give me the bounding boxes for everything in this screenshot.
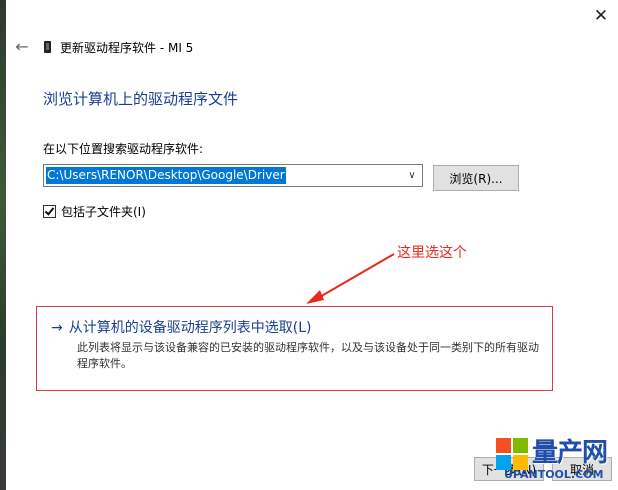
pick-from-list-title[interactable]: → 从计算机的设备驱动程序列表中选取(L) bbox=[51, 317, 311, 337]
site-watermark: 量产网 UPANTOOL.COM bbox=[494, 430, 618, 488]
pick-from-list-label: 从计算机的设备驱动程序列表中选取(L) bbox=[68, 320, 312, 336]
watermark-name: 量产网 bbox=[532, 438, 608, 468]
annotation-arrow-icon bbox=[306, 253, 395, 304]
arrow-right-icon: → bbox=[51, 320, 63, 336]
watermark-logo-icon bbox=[496, 438, 528, 470]
watermark-url: UPANTOOL.COM bbox=[504, 468, 604, 481]
pick-from-list-option[interactable]: → 从计算机的设备驱动程序列表中选取(L) 此列表将显示与该设备兼容的已安装的驱动… bbox=[36, 306, 553, 391]
update-driver-window: ✕ ← 更新驱动程序软件 - MI 5 浏览计算机上的驱动程序文件 在以下位置搜… bbox=[6, 0, 618, 490]
pick-from-list-description: 此列表将显示与该设备兼容的已安装的驱动程序软件，以及与该设备处于同一类别下的所有… bbox=[77, 341, 539, 370]
